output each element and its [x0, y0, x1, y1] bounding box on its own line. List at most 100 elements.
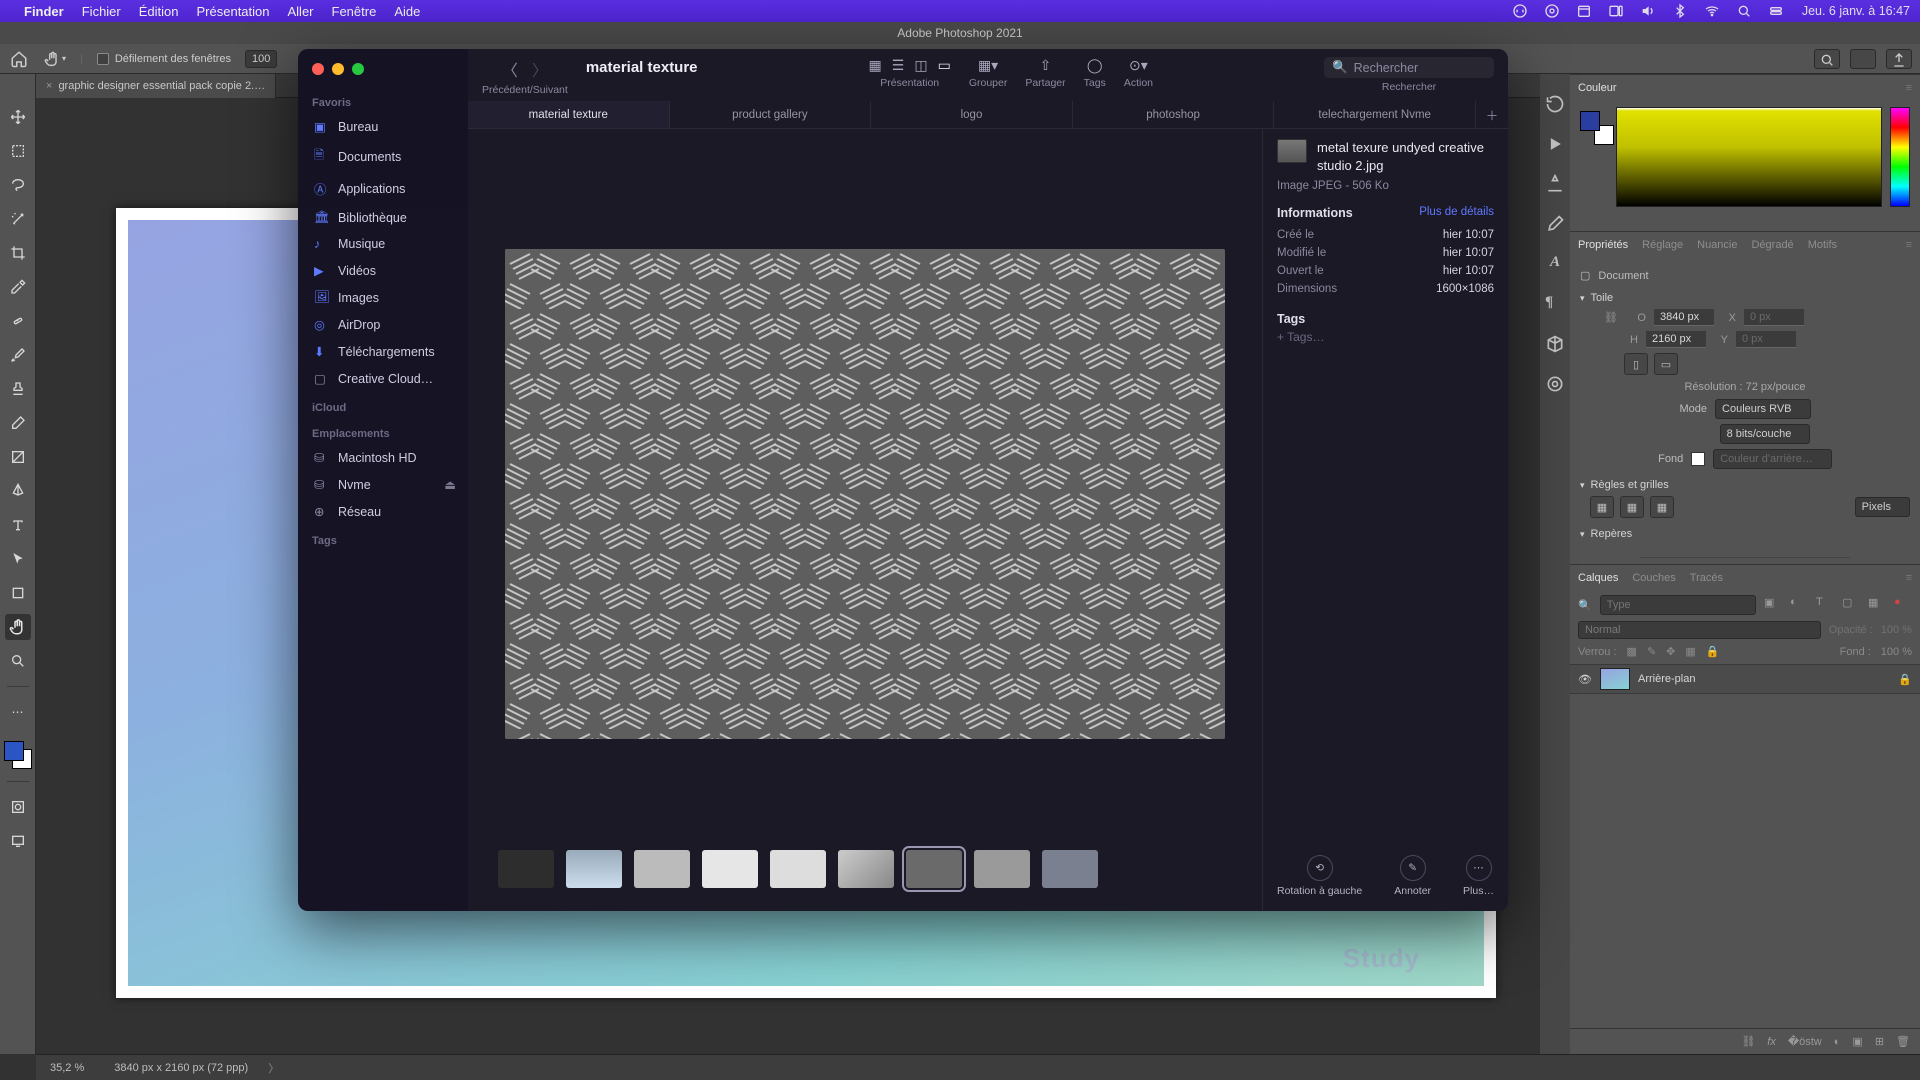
sidebar-item-macintoshhd[interactable]: ⛁Macintosh HD [308, 446, 468, 469]
dock-brushes-icon[interactable] [1545, 214, 1565, 234]
dock-char-icon[interactable]: A [1545, 254, 1565, 274]
edit-toolbar[interactable]: ⋯ [5, 699, 31, 725]
thumb-3[interactable] [702, 850, 758, 888]
lock-all-icon[interactable]: 🔒 [1706, 645, 1720, 658]
menubar-item-aller[interactable]: Aller [288, 4, 314, 19]
add-tab-button[interactable]: ＋ [1476, 101, 1508, 128]
dock-info-icon[interactable] [1545, 174, 1565, 194]
orient-landscape-button[interactable]: ▭ [1654, 353, 1678, 375]
menubar-item-fenetre[interactable]: Fenêtre [332, 4, 377, 19]
group-button[interactable]: ▦▾ [978, 57, 998, 74]
close-window-button[interactable] [312, 63, 324, 75]
wand-tool[interactable] [5, 206, 31, 232]
status-dimensions[interactable]: 3840 px x 2160 px (72 ppp) [114, 1062, 248, 1074]
status-wifi-icon[interactable] [1704, 3, 1720, 19]
x-field[interactable]: 0 px [1744, 309, 1804, 326]
adjust-tab[interactable]: Réglage [1642, 239, 1683, 251]
screenmode-tool[interactable] [5, 828, 31, 854]
sidebar-item-telechargements[interactable]: ⬇Téléchargements [308, 340, 468, 363]
fond-select[interactable]: Couleur d'arrière… [1713, 449, 1832, 469]
action-button[interactable]: ⊙▾ [1129, 57, 1148, 74]
layer-lock-icon[interactable]: 🔒 [1898, 673, 1912, 686]
nav-forward-button[interactable]: 〉 [532, 57, 548, 81]
status-calendar-icon[interactable] [1576, 3, 1592, 19]
menubar-item-presentation[interactable]: Présentation [197, 4, 270, 19]
swatches-tab[interactable]: Nuancie [1697, 239, 1737, 251]
view-icons-button[interactable]: ▦ [869, 57, 882, 74]
link-layers-icon[interactable]: ⛓ [1741, 1035, 1755, 1048]
zoom-window-button[interactable] [352, 63, 364, 75]
move-tool[interactable] [5, 104, 31, 130]
thumb-5[interactable] [838, 850, 894, 888]
view-list-button[interactable]: ☰ [892, 57, 905, 74]
dock-play-icon[interactable] [1545, 134, 1565, 154]
scroll-windows-checkbox[interactable]: Défilement des fenêtres [97, 53, 231, 65]
action-annotate[interactable]: ✎Annoter [1394, 855, 1431, 897]
status-volume-icon[interactable] [1640, 3, 1656, 19]
filter-img-icon[interactable]: ▣ [1764, 596, 1782, 614]
lasso-tool[interactable] [5, 172, 31, 198]
layer-row-background[interactable]: 👁 Arrière-plan 🔒 [1570, 664, 1920, 694]
pen-tool[interactable] [5, 478, 31, 504]
path-tab-4[interactable]: telechargement Nvme [1274, 101, 1476, 128]
document-tab[interactable]: × graphic designer essential pack copie … [36, 74, 276, 98]
eyedropper-tool[interactable] [5, 274, 31, 300]
width-field[interactable]: 3840 px [1654, 309, 1714, 326]
sidebar-item-bibliotheque[interactable]: 🏛Bibliothèque [308, 206, 468, 229]
mode-select[interactable]: Couleurs RVB [1715, 399, 1811, 419]
status-spotlight-icon[interactable] [1736, 3, 1752, 19]
adjustment-icon[interactable]: ◐ [1834, 1036, 1841, 1048]
sidebar-item-nvme[interactable]: ⛁Nvme⏏ [308, 473, 468, 496]
more-details-link[interactable]: Plus de détails [1419, 206, 1494, 220]
color-mini-swatch[interactable] [1580, 111, 1608, 139]
sidebar-item-musique[interactable]: ♪Musique [308, 233, 468, 255]
workspace-button[interactable] [1850, 49, 1876, 69]
height-field[interactable]: 2160 px [1646, 331, 1706, 348]
quickmask-tool[interactable] [5, 794, 31, 820]
panel-menu-icon[interactable]: ≡ [1906, 572, 1912, 584]
bits-select[interactable]: 8 bits/couche [1720, 424, 1811, 444]
dock-3d-icon[interactable] [1545, 334, 1565, 354]
trash-icon[interactable]: 🗑 [1896, 1035, 1910, 1048]
thumb-2[interactable] [634, 850, 690, 888]
patterns-tab[interactable]: Motifs [1808, 239, 1837, 251]
filter-toggle-icon[interactable]: ● [1894, 596, 1912, 614]
view-gallery-button[interactable]: ▭ [938, 57, 951, 74]
thumb-1[interactable] [566, 850, 622, 888]
lock-nest-icon[interactable]: ▦ [1685, 645, 1695, 658]
section-reperes[interactable]: ▾Repères [1580, 528, 1910, 540]
zoom-value-field[interactable]: 100 [245, 50, 277, 68]
path-tab-0[interactable]: material texture [468, 101, 670, 128]
channels-tab[interactable]: Couches [1632, 572, 1675, 584]
panel-menu-icon[interactable]: ≡ [1906, 82, 1912, 94]
sidebar-item-reseau[interactable]: ⊕Réseau [308, 500, 468, 523]
action-more[interactable]: ⋯Plus… [1463, 855, 1494, 897]
status-zoom[interactable]: 35,2 % [50, 1062, 84, 1074]
marquee-tool[interactable] [5, 138, 31, 164]
paths-tab[interactable]: Tracés [1690, 572, 1723, 584]
fx-icon[interactable]: fx [1767, 1036, 1776, 1048]
sidebar-item-images[interactable]: 🖼Images [308, 286, 468, 309]
tags-button[interactable]: ◯ [1087, 57, 1103, 74]
units-select[interactable]: Pixels [1855, 497, 1910, 517]
group-icon[interactable]: ▣ [1852, 1035, 1862, 1048]
crop-tool[interactable] [5, 240, 31, 266]
menubar-item-edition[interactable]: Édition [139, 4, 179, 19]
menubar-item-aide[interactable]: Aide [394, 4, 420, 19]
sidebar-item-videos[interactable]: ▶Vidéos [308, 259, 468, 282]
filter-smart-icon[interactable]: ▦ [1868, 596, 1886, 614]
dock-libraries-icon[interactable] [1545, 374, 1565, 394]
properties-tab[interactable]: Propriétés [1578, 239, 1628, 251]
new-layer-icon[interactable]: ⊞ [1875, 1035, 1884, 1048]
status-control-center-icon[interactable] [1768, 3, 1784, 19]
lock-trans-icon[interactable]: ▩ [1627, 645, 1637, 658]
thumb-6-selected[interactable] [906, 850, 962, 888]
menubar-app-name[interactable]: Finder [24, 4, 64, 19]
gradient-tab[interactable]: Dégradé [1751, 239, 1793, 251]
nav-back-button[interactable]: 〈 [502, 57, 518, 81]
section-toile[interactable]: ▾Toile [1580, 292, 1910, 304]
layers-tab[interactable]: Calques [1578, 572, 1618, 584]
thumb-7[interactable] [974, 850, 1030, 888]
path-tab-3[interactable]: photoshop [1073, 101, 1275, 128]
view-columns-button[interactable]: ◫ [914, 57, 927, 74]
